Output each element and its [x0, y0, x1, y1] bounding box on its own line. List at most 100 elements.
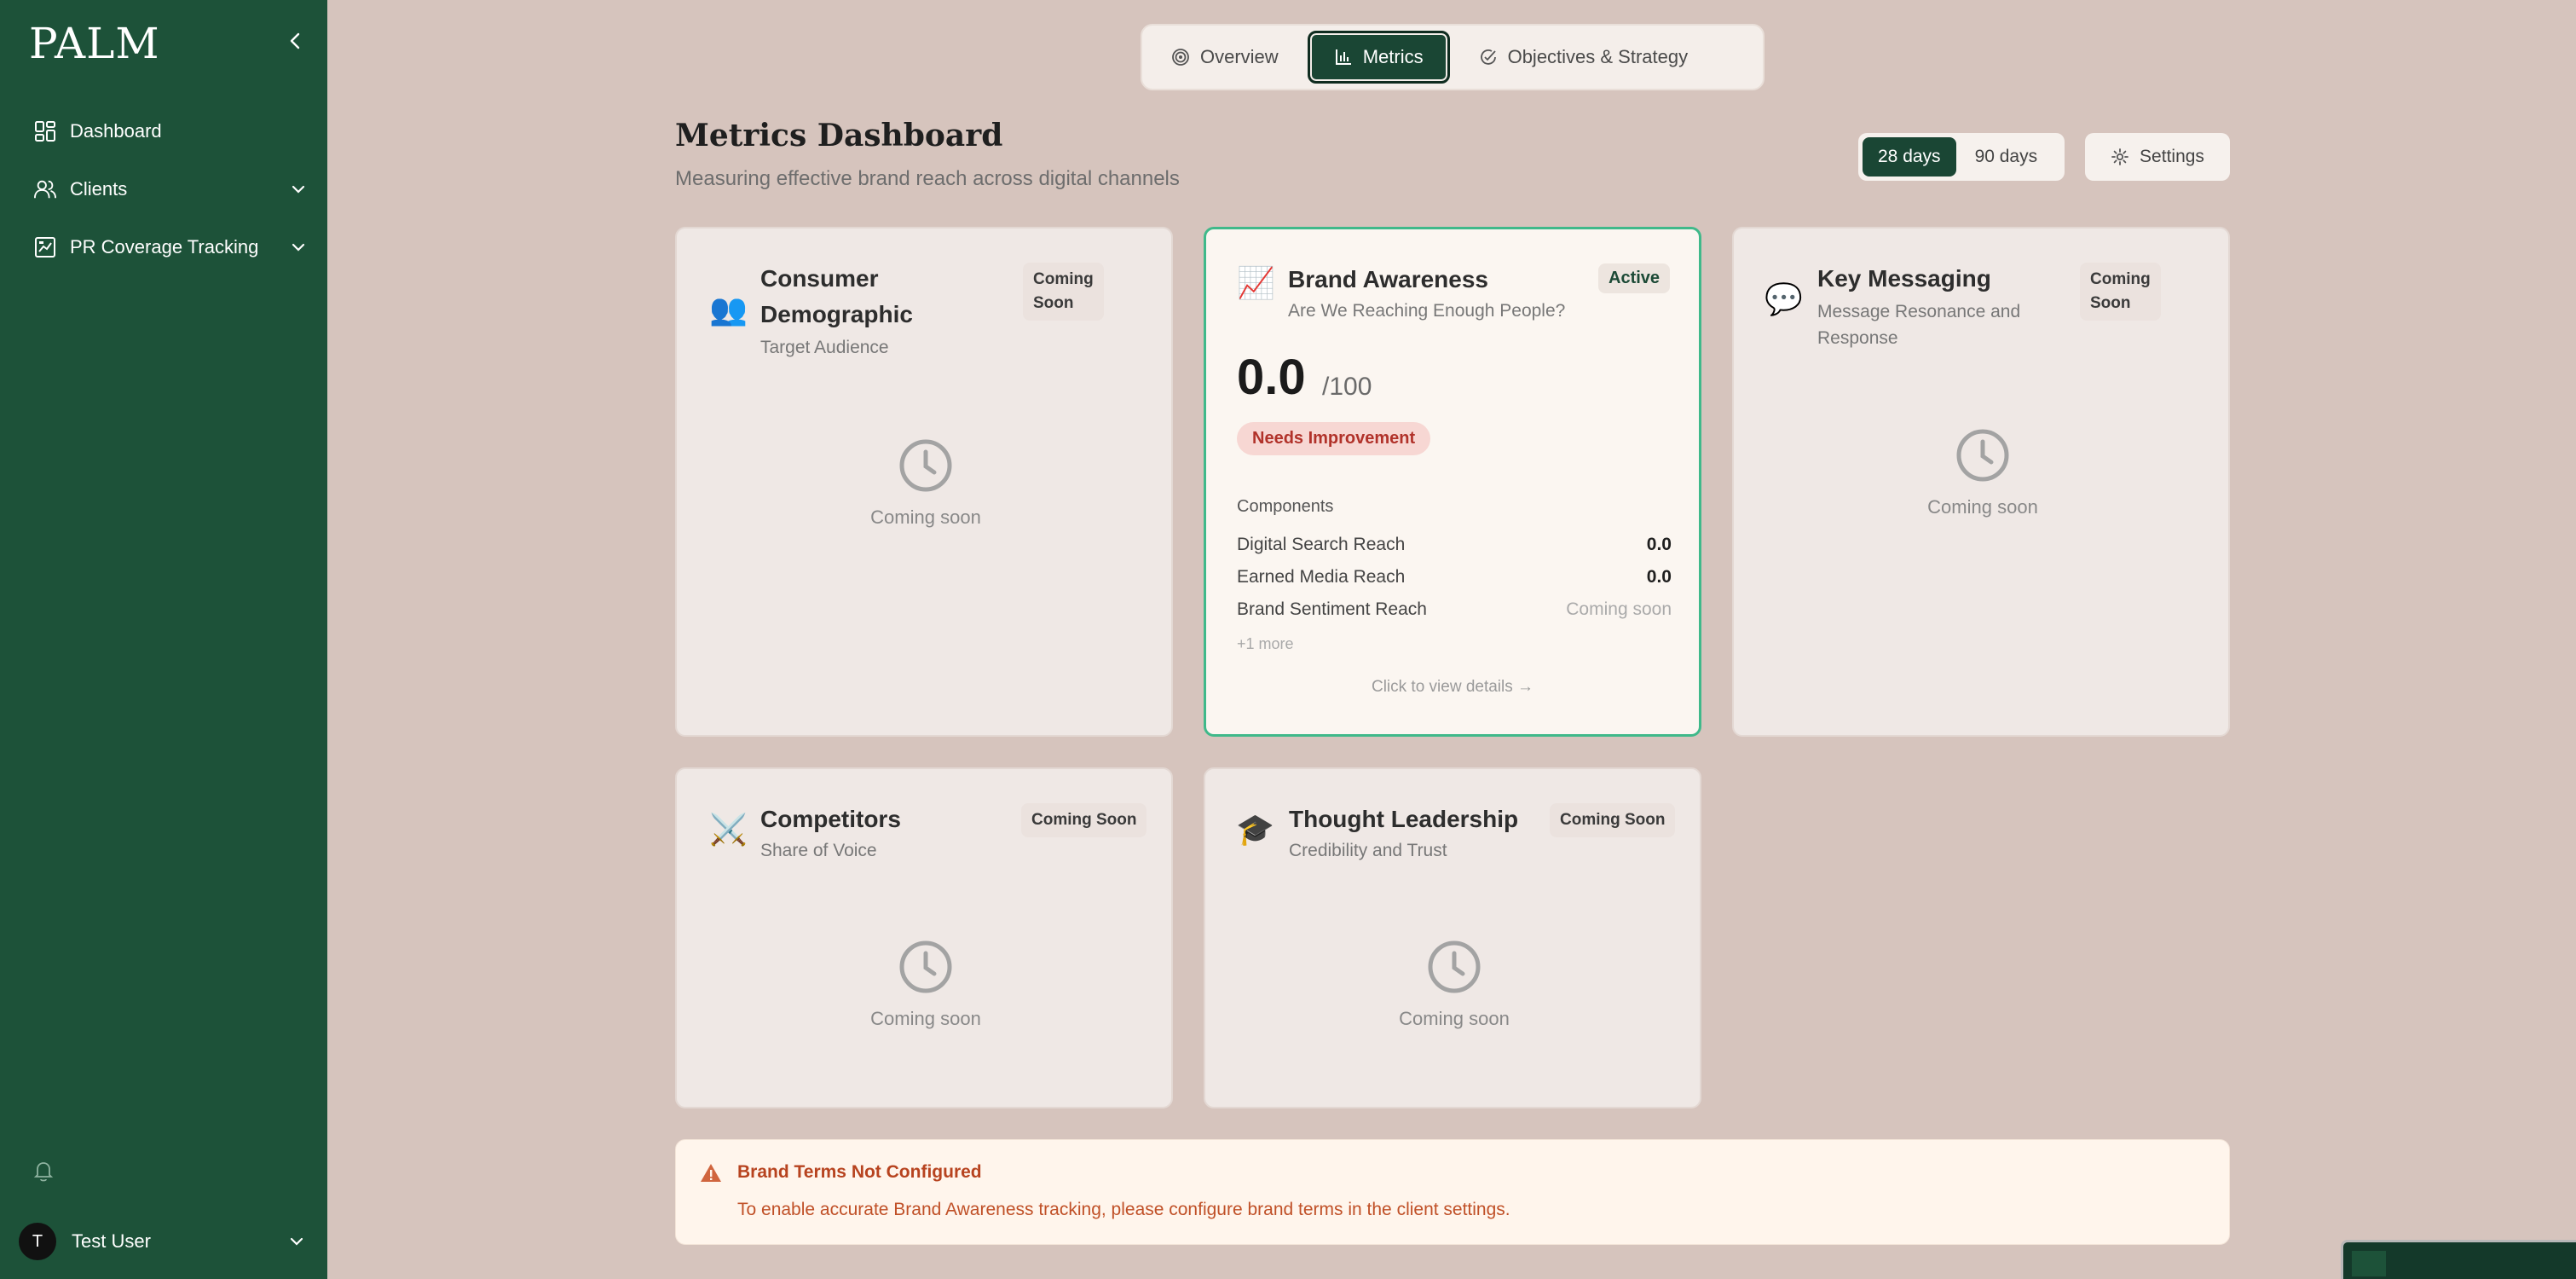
- tab-metrics[interactable]: Metrics: [1307, 31, 1450, 84]
- badge-line: Soon: [2090, 294, 2131, 312]
- card-competitors[interactable]: ⚔️ Competitors Share of Voice Coming Soo…: [675, 767, 1173, 1108]
- tab-label: Overview: [1200, 46, 1279, 67]
- component-row: Earned Media Reach 0.0: [1237, 567, 1672, 596]
- sidebar-item-label: Clients: [70, 178, 128, 200]
- card-thought-leadership[interactable]: 🎓 Thought Leadership Credibility and Tru…: [1204, 767, 1701, 1108]
- coming-soon-text: Coming soon: [870, 1008, 981, 1029]
- component-row: Brand Sentiment Reach Coming soon: [1237, 599, 1672, 628]
- card-subtitle-line: Message Resonance and: [1817, 302, 2021, 321]
- view-details-link[interactable]: Click to view details →: [1206, 678, 1699, 697]
- grid-icon: [34, 120, 56, 142]
- gear-icon: [2111, 148, 2128, 165]
- card-title: Thought Leadership: [1289, 806, 1519, 832]
- coming-soon-text: Coming soon: [870, 506, 981, 528]
- card-title-line: Demographic: [760, 301, 913, 327]
- settings-label: Settings: [2140, 147, 2204, 166]
- sidebar-item-dashboard[interactable]: Dashboard: [19, 109, 309, 153]
- card-subtitle: Are We Reaching Enough People?: [1288, 301, 1566, 321]
- sidebar-item-pr-coverage[interactable]: PR Coverage Tracking: [19, 225, 309, 269]
- users-icon: [34, 178, 56, 200]
- clock-icon: [1428, 940, 1481, 993]
- chevron-left-icon: [290, 32, 300, 49]
- card-title-line: Consumer: [760, 265, 879, 292]
- card-subtitle: Target Audience: [760, 338, 889, 357]
- score-value: 0.0: [1237, 350, 1306, 405]
- swords-icon: ⚔️: [709, 812, 748, 847]
- range-28-days-button[interactable]: 28 days: [1863, 137, 1956, 177]
- card-brand-awareness[interactable]: 📈 Brand Awareness Are We Reaching Enough…: [1204, 227, 1701, 737]
- page-subtitle: Measuring effective brand reach across d…: [675, 167, 1180, 190]
- badge-line: Coming: [2090, 270, 2151, 288]
- tab-overview[interactable]: Overview: [1147, 31, 1302, 84]
- warning-triangle-icon: [701, 1164, 721, 1182]
- target-icon: [1172, 49, 1189, 66]
- component-label: Earned Media Reach: [1237, 567, 1406, 587]
- bar-chart-icon: [1335, 49, 1351, 65]
- card-consumer-demographic[interactable]: 👥 Consumer Demographic Target Audience C…: [675, 227, 1173, 737]
- coming-soon-badge: Coming Soon: [1023, 263, 1104, 321]
- tab-label: Objectives & Strategy: [1507, 46, 1689, 67]
- badge-line: Coming: [1033, 270, 1094, 288]
- graduation-cap-icon: 🎓: [1236, 812, 1274, 847]
- user-menu[interactable]: T Test User: [0, 1214, 327, 1269]
- card-title: Key Messaging: [1817, 265, 1991, 292]
- component-label: Digital Search Reach: [1237, 535, 1406, 554]
- clock-icon: [899, 439, 952, 492]
- view-tabs: Overview Metrics Objectives & Strategy: [1141, 24, 1765, 90]
- avatar: T: [19, 1223, 56, 1260]
- coming-soon-text: Coming soon: [1927, 496, 2038, 518]
- badge-line: Soon: [1033, 294, 1074, 312]
- sidebar-nav: Dashboard Clients PR Coverage Tracking: [19, 109, 309, 283]
- sidebar-item-clients[interactable]: Clients: [19, 167, 309, 211]
- card-subtitle: Credibility and Trust: [1289, 841, 1447, 860]
- component-row: Digital Search Reach 0.0: [1237, 535, 1672, 564]
- window-thumbnail[interactable]: [2341, 1240, 2576, 1279]
- component-value: Coming soon: [1566, 599, 1672, 619]
- card-subtitle: Share of Voice: [760, 841, 877, 860]
- more-components-link[interactable]: +1 more: [1237, 635, 1294, 653]
- collapse-sidebar-button[interactable]: [281, 24, 309, 58]
- clock-icon: [1956, 429, 2009, 482]
- card-title: Competitors: [760, 806, 901, 832]
- page-title: Metrics Dashboard: [675, 118, 1003, 153]
- components-heading: Components: [1237, 497, 1334, 516]
- status-badge: Active: [1598, 263, 1671, 293]
- tab-objectives[interactable]: Objectives & Strategy: [1455, 31, 1713, 84]
- warning-title: Brand Terms Not Configured: [737, 1162, 982, 1182]
- component-value: 0.0: [1646, 535, 1672, 554]
- date-range-toggle: 28 days 90 days: [1858, 133, 2065, 181]
- component-value: 0.0: [1646, 567, 1672, 587]
- tab-label: Metrics: [1362, 46, 1424, 67]
- warning-text: To enable accurate Brand Awareness track…: [737, 1200, 1510, 1219]
- trending-up-icon: 📈: [1237, 265, 1275, 300]
- chevron-down-icon[interactable]: [288, 179, 309, 200]
- sidebar-item-label: PR Coverage Tracking: [70, 236, 259, 258]
- bell-icon[interactable]: [31, 1158, 56, 1184]
- speech-bubble-icon: 💬: [1765, 281, 1803, 316]
- card-subtitle: Message Resonance and Response: [1817, 298, 2020, 351]
- needs-improvement-badge: Needs Improvement: [1237, 422, 1431, 455]
- app-logo[interactable]: PALM: [29, 19, 160, 68]
- range-90-days-button[interactable]: 90 days: [1960, 137, 2053, 177]
- people-icon: 👥: [709, 292, 748, 327]
- coming-soon-badge: Coming Soon: [1021, 803, 1147, 837]
- card-subtitle-line: Response: [1817, 328, 1898, 348]
- coming-soon-text: Coming soon: [1399, 1008, 1510, 1029]
- card-key-messaging[interactable]: 💬 Key Messaging Message Resonance and Re…: [1732, 227, 2230, 737]
- sidebar: PALM Dashboard Clients PR Coverage Track…: [0, 0, 327, 1279]
- thumbnail-sidebar: [2352, 1251, 2386, 1276]
- coming-soon-badge: Coming Soon: [1550, 803, 1676, 837]
- chevron-down-icon: [290, 1237, 303, 1246]
- component-label: Brand Sentiment Reach: [1237, 599, 1427, 619]
- clock-icon: [899, 940, 952, 993]
- chevron-down-icon[interactable]: [288, 237, 309, 258]
- coming-soon-badge: Coming Soon: [2080, 263, 2161, 321]
- brand-terms-warning: Brand Terms Not Configured To enable acc…: [675, 1139, 2230, 1245]
- check-circle-icon: [1480, 49, 1496, 65]
- settings-button[interactable]: Settings: [2085, 133, 2230, 181]
- card-title: Consumer Demographic: [760, 261, 913, 333]
- sidebar-item-label: Dashboard: [70, 120, 162, 142]
- score-max: /100: [1322, 373, 1372, 401]
- user-name: Test User: [72, 1230, 151, 1252]
- card-title: Brand Awareness: [1288, 266, 1488, 292]
